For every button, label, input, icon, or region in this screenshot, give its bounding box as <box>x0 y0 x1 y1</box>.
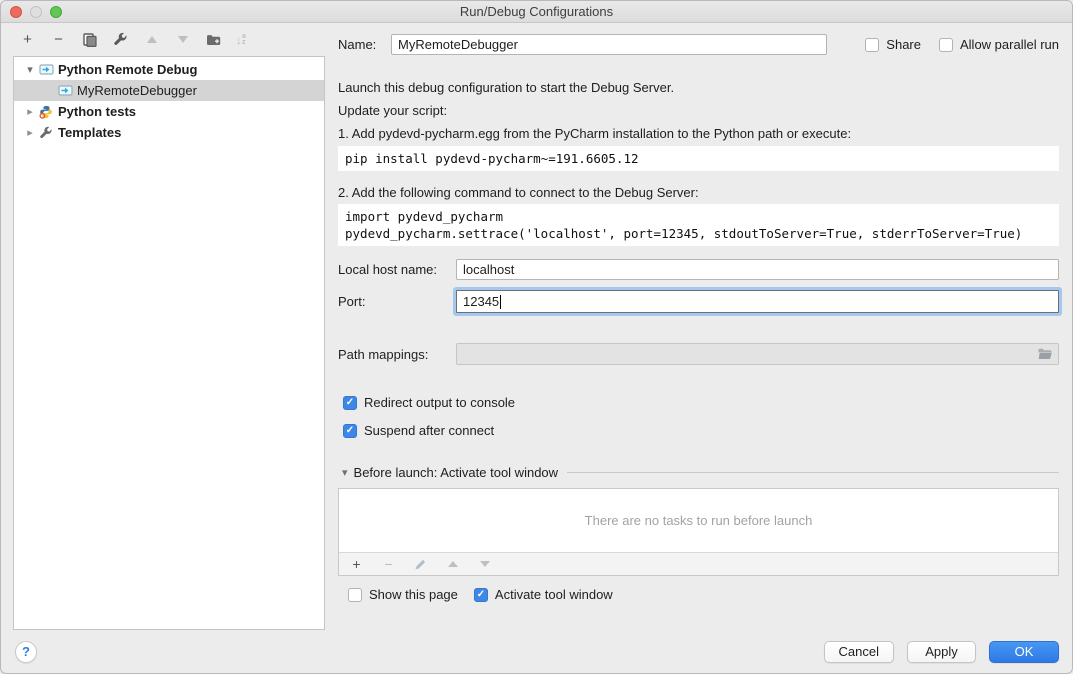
instruction-line-2: Update your script: <box>338 104 1059 117</box>
move-task-up-icon <box>444 556 461 573</box>
options-checkboxes: ✓ Redirect output to console ✓ Suspend a… <box>338 395 1059 438</box>
expander-collapsed-icon[interactable]: ▸ <box>24 105 36 118</box>
local-host-input[interactable] <box>456 259 1059 280</box>
before-launch-section-header[interactable]: ▾ Before launch: Activate tool window <box>338 465 1059 480</box>
name-row: Name: Share Allow parallel run <box>338 34 1059 55</box>
tree-item-python-tests[interactable]: ▸ Python tests <box>14 101 324 122</box>
share-checkbox[interactable]: Share <box>865 37 921 52</box>
tasks-toolbar: + − <box>339 552 1058 575</box>
remote-debug-icon <box>57 84 73 98</box>
path-mappings-input[interactable] <box>456 343 1059 365</box>
cancel-button[interactable]: Cancel <box>824 641 894 663</box>
dialog-footer: ? Cancel Apply OK <box>15 640 1059 663</box>
before-launch-title: Before launch: Activate tool window <box>354 465 559 480</box>
remove-task-button: − <box>380 556 397 573</box>
browse-folder-icon[interactable] <box>1037 347 1053 360</box>
local-host-label: Local host name: <box>338 262 456 277</box>
remove-configuration-button[interactable]: − <box>50 31 67 48</box>
section-collapse-icon[interactable]: ▾ <box>342 466 348 479</box>
before-launch-tasks-panel: There are no tasks to run before launch … <box>338 488 1059 576</box>
window-title: Run/Debug Configurations <box>1 4 1072 19</box>
run-debug-configurations-dialog: Run/Debug Configurations + − ↓ <box>0 0 1073 674</box>
tree-item-templates[interactable]: ▸ Templates <box>14 122 324 143</box>
configurations-sidebar: + − ↓ az ▾ <box>13 23 325 673</box>
title-bar: Run/Debug Configurations <box>1 1 1072 23</box>
configurations-tree: ▾ Python Remote Debug MyRemoteDebugger ▸ <box>13 56 325 630</box>
page-option-checkboxes: Show this page ✓ Activate tool window <box>338 587 1059 602</box>
show-this-page-checkbox[interactable]: Show this page <box>348 587 458 602</box>
python-icon <box>38 105 54 119</box>
edit-task-pencil-icon <box>412 556 429 573</box>
instruction-line-1: Launch this debug configuration to start… <box>338 81 1059 94</box>
apply-button[interactable]: Apply <box>907 641 976 663</box>
local-host-row: Local host name: <box>338 259 1059 280</box>
wrench-icon <box>38 126 54 140</box>
suspend-after-connect-checkbox[interactable]: ✓ Suspend after connect <box>338 423 1059 438</box>
help-button[interactable]: ? <box>15 641 37 663</box>
remote-debug-icon <box>38 63 54 77</box>
allow-parallel-run-checkbox[interactable]: Allow parallel run <box>939 37 1059 52</box>
edit-templates-wrench-icon[interactable] <box>112 31 129 48</box>
path-mappings-label: Path mappings: <box>338 347 456 362</box>
copy-configuration-icon[interactable] <box>81 31 98 48</box>
port-label: Port: <box>338 294 456 309</box>
ok-button[interactable]: OK <box>989 641 1059 663</box>
tree-item-python-remote-debug[interactable]: ▾ Python Remote Debug <box>14 59 324 80</box>
name-input[interactable] <box>391 34 827 55</box>
sort-alpha-icon: ↓ az <box>236 33 246 47</box>
expander-expanded-icon[interactable]: ▾ <box>24 63 36 76</box>
tree-item-myremotedebugger[interactable]: MyRemoteDebugger <box>14 80 324 101</box>
settrace-code: import pydevd_pycharm pydevd_pycharm.set… <box>338 204 1059 246</box>
add-configuration-button[interactable]: + <box>19 31 36 48</box>
dialog-body: + − ↓ az ▾ <box>1 23 1072 673</box>
instruction-step-2: 2. Add the following command to connect … <box>338 186 1059 199</box>
path-mappings-row: Path mappings: <box>338 343 1059 365</box>
activate-tool-window-checkbox[interactable]: ✓ Activate tool window <box>474 587 613 602</box>
move-task-down-icon <box>476 556 493 573</box>
text-cursor <box>500 295 501 309</box>
minimize-button <box>30 6 42 18</box>
checkbox-checked[interactable]: ✓ <box>343 424 357 438</box>
pip-install-code: pip install pydevd-pycharm~=191.6605.12 <box>338 146 1059 171</box>
section-rule <box>567 472 1059 473</box>
checkbox-unchecked[interactable] <box>865 38 879 52</box>
expander-collapsed-icon[interactable]: ▸ <box>24 126 36 139</box>
name-label: Name: <box>338 37 391 52</box>
checkbox-checked[interactable]: ✓ <box>343 396 357 410</box>
move-up-icon <box>143 31 160 48</box>
zoom-button[interactable] <box>50 6 62 18</box>
traffic-lights <box>10 6 62 18</box>
port-row: Port: 12345 <box>338 290 1059 313</box>
redirect-output-checkbox[interactable]: ✓ Redirect output to console <box>338 395 1059 410</box>
close-button[interactable] <box>10 6 22 18</box>
add-task-button[interactable]: + <box>348 556 365 573</box>
configuration-form: Name: Share Allow parallel run Launch th… <box>338 23 1059 673</box>
port-input[interactable]: 12345 <box>456 290 1059 313</box>
new-folder-icon[interactable] <box>205 31 222 48</box>
checkbox-unchecked[interactable] <box>939 38 953 52</box>
instruction-step-1: 1. Add pydevd-pycharm.egg from the PyCha… <box>338 127 1059 140</box>
checkbox-checked[interactable]: ✓ <box>474 588 488 602</box>
checkbox-unchecked[interactable] <box>348 588 362 602</box>
empty-tasks-message: There are no tasks to run before launch <box>339 489 1058 552</box>
sidebar-toolbar: + − ↓ az <box>13 23 325 56</box>
move-down-icon <box>174 31 191 48</box>
